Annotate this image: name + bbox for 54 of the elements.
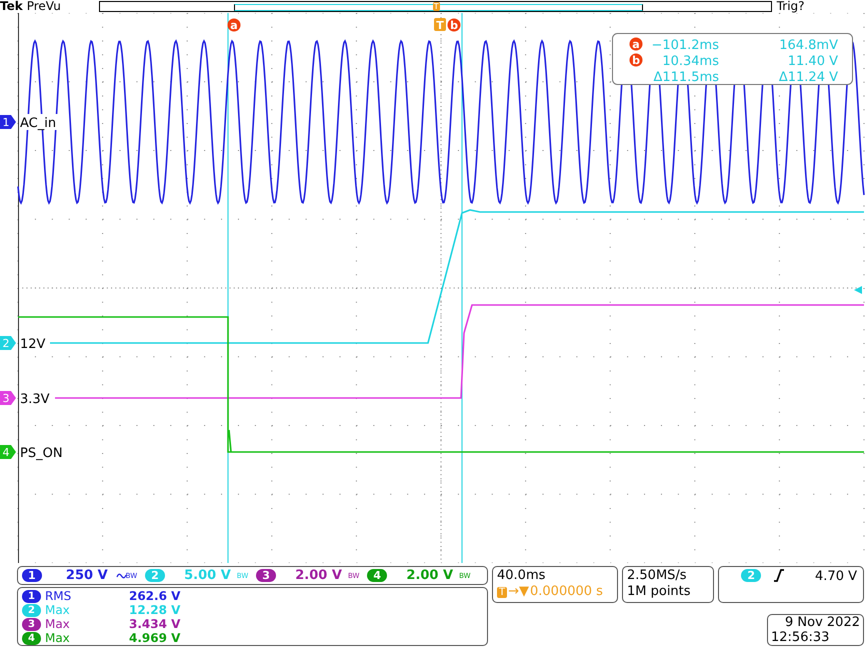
trigger-status: Trig? xyxy=(776,0,805,13)
channel-label: PS_ON xyxy=(20,446,63,461)
channel-badge: 1 xyxy=(22,590,41,602)
mode-label: PreVu xyxy=(26,0,62,13)
channel-marker[interactable]: 1 xyxy=(0,115,16,129)
measurement-value: 262.6 V xyxy=(128,589,180,603)
sample-rate: 2.50MS/s xyxy=(627,568,688,584)
cursor-marker[interactable]: T xyxy=(434,18,446,32)
cursor-time: −101.2ms xyxy=(651,38,719,53)
delay-symbol: →▼ xyxy=(508,584,529,600)
channel-badge[interactable]: 2 xyxy=(145,569,165,582)
channel-badge[interactable]: 1 xyxy=(22,569,42,582)
channel-label: 3.3V xyxy=(20,392,50,407)
cursor-badge: a xyxy=(630,38,642,51)
channel-marker[interactable]: 4 xyxy=(0,445,16,459)
cursor-time: 10.34ms xyxy=(662,54,719,69)
measurement-value: 12.28 V xyxy=(128,603,180,617)
channel-badge[interactable]: 4 xyxy=(367,569,388,582)
measurement-type: RMS xyxy=(44,589,72,603)
trigger-level-icon xyxy=(854,286,862,294)
cursor-badge: b xyxy=(630,54,642,67)
channel-badge: 2 xyxy=(22,604,41,616)
cursor-value: Δ11.24 V xyxy=(778,70,838,85)
cursor-marker[interactable]: b xyxy=(448,18,460,32)
channel-badge[interactable]: 3 xyxy=(256,569,276,582)
cursor-time: Δ111.5ms xyxy=(653,70,719,85)
measurement-type: Max xyxy=(44,603,71,617)
trigger-badge: T xyxy=(497,586,508,598)
channel-label: AC_in xyxy=(20,116,56,131)
brand-logo: Tek xyxy=(0,0,23,13)
channel-label: 12V xyxy=(20,337,46,352)
date-text: 9 Nov 2022 xyxy=(784,615,860,630)
record-length: 1M points xyxy=(627,584,692,600)
measurement-value: 3.434 V xyxy=(128,617,180,631)
time-text: 12:56:33 xyxy=(771,630,830,645)
measurement-type: Max xyxy=(44,617,71,631)
volts-per-division: 2.00 V xyxy=(405,568,454,583)
measurement-value: 4.969 V xyxy=(128,631,180,645)
channel-badge[interactable]: 2 xyxy=(741,569,762,582)
volts-per-division: 2.00 V xyxy=(294,568,342,583)
volts-per-division: 250 V xyxy=(64,568,108,583)
trigger-marker: T xyxy=(432,2,440,11)
measurement-type: Max xyxy=(44,631,71,645)
channel-marker[interactable]: 2 xyxy=(0,336,16,350)
cursor-value: 164.8mV xyxy=(779,38,838,53)
cursor-value: 11.40 V xyxy=(788,54,838,69)
trigger-position: 0.000000 s xyxy=(530,584,603,600)
time-per-division: 40.0ms xyxy=(497,568,546,584)
volts-per-division: 5.00 V xyxy=(183,568,231,583)
channel-badge: 4 xyxy=(22,632,41,644)
channel-marker[interactable]: 3 xyxy=(0,391,16,405)
channel-badge: 3 xyxy=(22,618,41,630)
cursor-marker[interactable]: a xyxy=(228,18,240,32)
trigger-level: 4.70 V xyxy=(815,569,857,584)
